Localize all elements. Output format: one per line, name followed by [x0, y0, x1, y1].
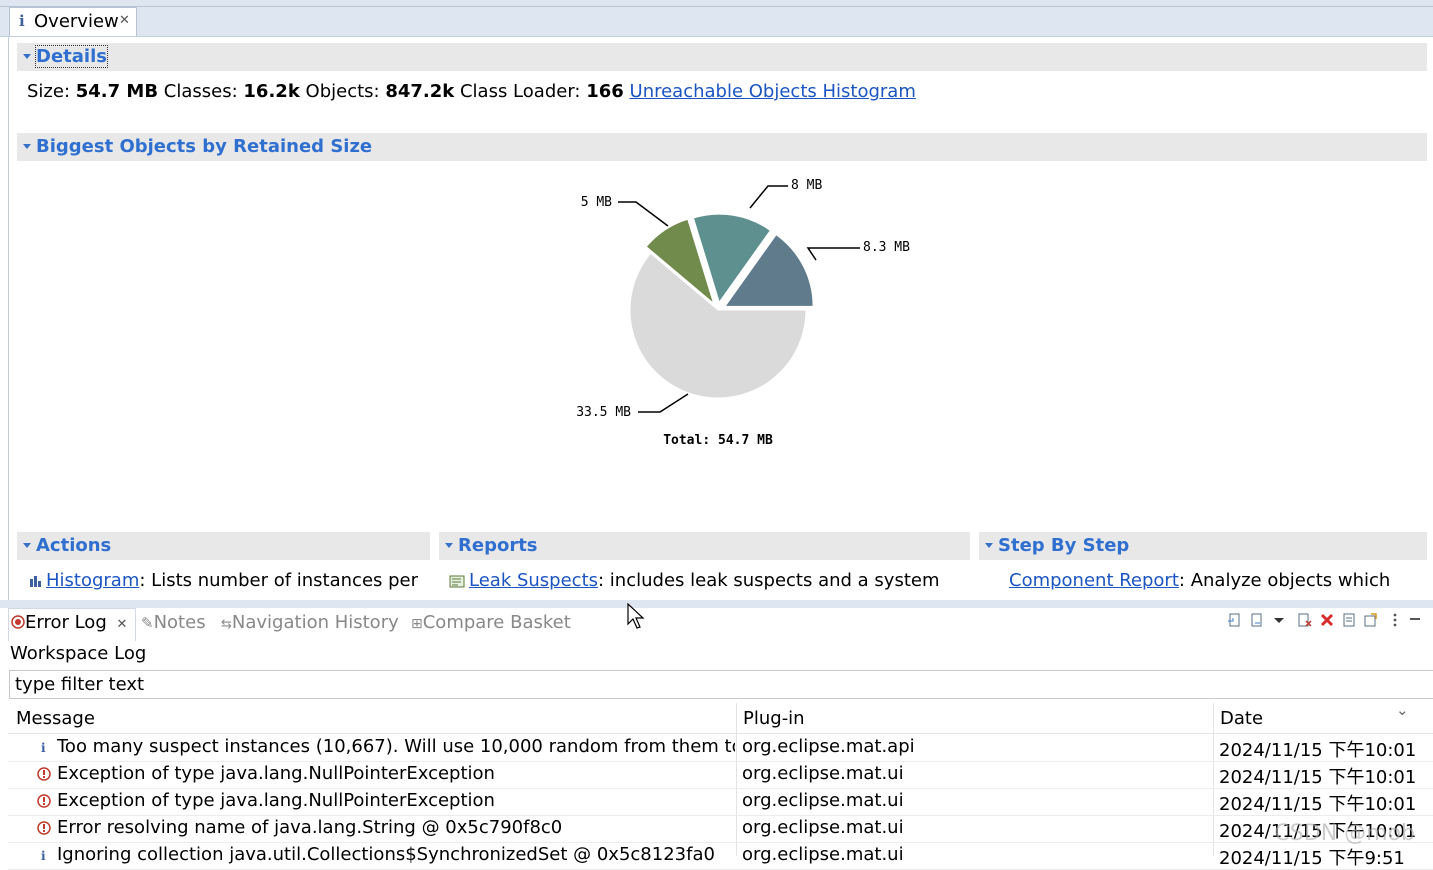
- column-header-message[interactable]: Message: [16, 708, 95, 729]
- cell-date: 2024/11/15 下午9:51: [1219, 848, 1405, 869]
- leak-suspects-link[interactable]: Leak Suspects: [469, 570, 598, 591]
- actions-title[interactable]: Actions: [36, 535, 111, 556]
- view-menu-dropdown-icon[interactable]: [1271, 612, 1287, 628]
- details-title[interactable]: Details: [35, 45, 108, 68]
- collapse-triangle-icon[interactable]: [23, 54, 31, 59]
- error-icon: [37, 767, 51, 781]
- collapse-triangle-icon[interactable]: [985, 543, 993, 548]
- tab-navigation-history[interactable]: ⇆Navigation History: [221, 612, 399, 633]
- pie-slice-label: 5 MB: [581, 195, 612, 210]
- info-icon: i: [41, 741, 46, 754]
- cell-message: Exception of type java.lang.NullPointerE…: [57, 763, 495, 784]
- actions-section-header[interactable]: Actions: [17, 532, 430, 560]
- step-component-report-entry: Component Report: Analyze objects which: [1009, 570, 1391, 591]
- retained-size-pie-chart[interactable]: 8.3 MB 8 MB 5 MB 33.5 MB Total: 54.7 MB: [560, 170, 930, 460]
- import-log-icon[interactable]: [1249, 612, 1265, 628]
- step-by-step-title[interactable]: Step By Step: [998, 535, 1129, 556]
- close-icon[interactable]: ✕: [119, 13, 130, 28]
- cell-message: Ignoring collection java.util.Collection…: [57, 844, 715, 865]
- reports-section-header[interactable]: Reports: [439, 532, 970, 560]
- collapse-triangle-icon[interactable]: [445, 543, 453, 548]
- reports-leak-suspects-entry: Leak Suspects: includes leak suspects an…: [449, 570, 940, 591]
- cell-date: 2024/11/15 下午10:01: [1219, 767, 1417, 788]
- cell-date: 2024/11/15 下午10:01: [1219, 794, 1417, 815]
- tab-overview-label: Overview: [34, 11, 119, 32]
- table-row[interactable]: Exception of type java.lang.NullPointerE…: [8, 788, 1433, 816]
- reports-title[interactable]: Reports: [458, 535, 538, 556]
- table-row[interactable]: i Too many suspect instances (10,667). Wi…: [8, 734, 1433, 762]
- step-by-step-section-header[interactable]: Step By Step: [979, 532, 1427, 560]
- compare-basket-icon: ⊞: [411, 616, 423, 632]
- report-icon: [449, 575, 465, 587]
- watermark: CSDN @mob: [1274, 821, 1415, 846]
- filter-input[interactable]: type filter text: [9, 670, 1433, 699]
- info-icon: i: [19, 12, 25, 30]
- error-log-icon: [11, 615, 25, 629]
- navigation-history-icon: ⇆: [221, 617, 232, 632]
- pie-leader-line: [806, 247, 860, 261]
- error-log-view: Error Log ✕ ✎Notes ⇆Navigation History ⊞…: [0, 600, 1433, 870]
- column-header-date[interactable]: Date: [1220, 708, 1263, 729]
- sort-chevron-down-icon[interactable]: ⌄: [1396, 701, 1409, 719]
- cell-plugin: org.eclipse.mat.ui: [742, 844, 904, 865]
- restore-log-icon[interactable]: [1363, 612, 1379, 628]
- class-loader-value: 166: [586, 81, 624, 102]
- close-icon[interactable]: ✕: [116, 617, 127, 632]
- size-value: 54.7 MB: [75, 81, 159, 102]
- tab-error-log-label[interactable]: Error Log ✕: [11, 612, 127, 633]
- pie-slice-label: 33.5 MB: [576, 405, 631, 420]
- table-row[interactable]: Error resolving name of java.lang.String…: [8, 815, 1433, 843]
- open-log-icon[interactable]: [1341, 612, 1357, 628]
- histogram-icon: [30, 575, 41, 587]
- table-row[interactable]: i Ignoring collection java.util.Collectio…: [8, 842, 1433, 870]
- unreachable-objects-histogram-link[interactable]: Unreachable Objects Histogram: [630, 81, 916, 102]
- cell-plugin: org.eclipse.mat.ui: [742, 817, 904, 838]
- biggest-objects-title[interactable]: Biggest Objects by Retained Size: [36, 136, 372, 157]
- svg-text:i: i: [41, 741, 46, 754]
- pie-total-label: Total: 54.7 MB: [663, 433, 773, 448]
- editor-tab-bar: i Overview ✕: [0, 0, 1433, 37]
- notes-icon: ✎: [141, 614, 154, 632]
- pie-slice-label: 8 MB: [791, 178, 822, 193]
- export-log-icon[interactable]: [1227, 612, 1243, 628]
- tab-notes[interactable]: ✎Notes: [141, 612, 206, 633]
- component-report-link[interactable]: Component Report: [1009, 570, 1179, 591]
- pie-leader-line: [638, 393, 689, 413]
- histogram-link[interactable]: Histogram: [46, 570, 139, 591]
- cell-message: Too many suspect instances (10,667). Wil…: [57, 736, 735, 757]
- overview-editor: i Overview ✕ Details Size: 54.7 MB Class…: [0, 0, 1433, 600]
- error-log-toolbar: [1223, 612, 1423, 632]
- details-summary: Size: 54.7 MB Classes: 16.2k Objects: 84…: [27, 81, 916, 102]
- cell-date: 2024/11/15 下午10:01: [1219, 740, 1417, 761]
- details-section-header[interactable]: Details: [17, 43, 1427, 71]
- objects-value: 847.2k: [385, 81, 455, 102]
- pie-leader-line: [618, 201, 669, 227]
- minimize-icon[interactable]: [1407, 612, 1423, 628]
- column-header-plugin[interactable]: Plug-in: [743, 708, 805, 729]
- info-icon: i: [41, 849, 46, 862]
- biggest-objects-section-header[interactable]: Biggest Objects by Retained Size: [17, 133, 1427, 161]
- table-row[interactable]: Exception of type java.lang.NullPointerE…: [8, 761, 1433, 789]
- more-options-icon[interactable]: [1387, 612, 1403, 628]
- workspace-log-label: Workspace Log: [10, 643, 147, 664]
- classes-value: 16.2k: [243, 81, 300, 102]
- pie-leader-line: [749, 185, 788, 209]
- cell-message: Exception of type java.lang.NullPointerE…: [57, 790, 495, 811]
- pie-slice-label: 8.3 MB: [863, 240, 910, 255]
- tab-overview[interactable]: i Overview ✕: [9, 7, 137, 36]
- cell-plugin: org.eclipse.mat.ui: [742, 790, 904, 811]
- delete-log-icon[interactable]: [1319, 612, 1335, 628]
- collapse-triangle-icon[interactable]: [23, 543, 31, 548]
- mouse-cursor-icon: [627, 603, 645, 629]
- log-table-header: Message Plug-in Date ⌄: [8, 701, 1433, 734]
- tab-compare-basket[interactable]: ⊞Compare Basket: [411, 612, 571, 633]
- cell-message: Error resolving name of java.lang.String…: [57, 817, 563, 838]
- actions-histogram-entry: Histogram: Lists number of instances per: [29, 570, 418, 591]
- cell-plugin: org.eclipse.mat.ui: [742, 763, 904, 784]
- cell-plugin: org.eclipse.mat.api: [742, 736, 915, 757]
- clear-log-icon[interactable]: [1297, 612, 1313, 628]
- error-icon: [37, 821, 51, 835]
- collapse-triangle-icon[interactable]: [23, 144, 31, 149]
- error-icon: [37, 794, 51, 808]
